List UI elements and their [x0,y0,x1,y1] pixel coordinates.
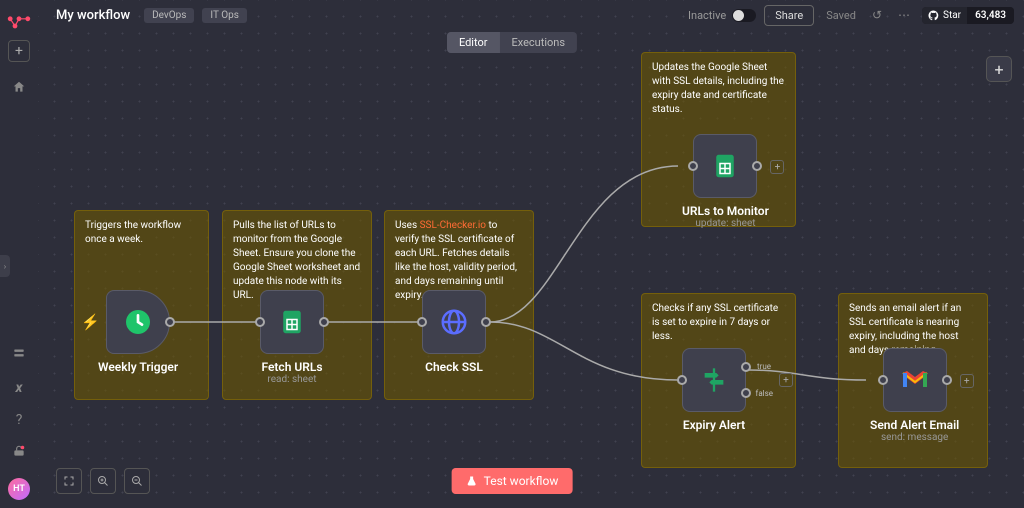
add-connection-button[interactable]: + [779,373,793,387]
updates-icon[interactable] [12,444,26,462]
port-label-true: true [757,362,771,371]
input-port[interactable] [677,375,687,385]
node-title: Send Alert Email [870,418,959,432]
canvas-tools [56,468,150,494]
output-port-true[interactable] [741,362,751,372]
link-ssl-checker[interactable]: SSL-Checker.io [420,220,486,231]
canvas[interactable]: + Triggers the workflow once a week. Pul… [38,0,1024,508]
share-button[interactable]: Share [764,5,814,26]
node-title: Check SSL [425,360,483,374]
history-icon[interactable]: ↺ [868,8,886,22]
node-fetch-urls[interactable]: Fetch URLs read: sheet [260,290,324,385]
logo [7,14,31,30]
node-title: URLs to Monitor [682,204,769,218]
home-icon[interactable] [12,80,26,98]
avatar[interactable]: HT [8,478,30,500]
tag-itops[interactable]: IT Ops [202,8,247,23]
view-tabs: Editor Executions [447,32,577,53]
sheets-icon [277,307,307,337]
topbar: My workflow DevOps IT Ops Inactive Share… [38,0,1024,30]
clock-icon [122,306,154,338]
globe-icon [439,307,469,337]
output-port[interactable] [942,375,952,385]
variables-icon[interactable]: x [16,380,23,396]
workflow-title[interactable]: My workflow [56,8,130,23]
node-subtitle: update: sheet [695,218,755,229]
active-toggle[interactable] [732,9,756,22]
tab-executions[interactable]: Executions [499,32,577,53]
test-workflow-button[interactable]: Test workflow [452,468,573,494]
input-port[interactable] [255,317,265,327]
tag-devops[interactable]: DevOps [144,8,194,23]
input-port[interactable] [688,161,698,171]
help-icon[interactable]: ? [16,412,23,428]
more-icon[interactable]: ⋯ [894,8,914,22]
node-subtitle: read: sheet [267,374,316,385]
node-subtitle: send: message [881,432,948,443]
node-title: Weekly Trigger [98,360,178,374]
expand-sidebar-button[interactable]: › [0,255,10,277]
bolt-icon: ⚡ [81,313,100,331]
node-weekly-trigger[interactable]: ⚡ Weekly Trigger [98,290,178,374]
output-port-false[interactable] [741,388,751,398]
node-title: Fetch URLs [261,360,322,374]
github-star[interactable]: Star 63,483 [922,7,1014,24]
node-check-ssl[interactable]: Check SSL [422,290,486,374]
sidebar: + › x ? HT [0,0,38,508]
zoom-out-button[interactable] [124,468,150,494]
sheets-icon [710,151,740,181]
output-port[interactable] [752,161,762,171]
add-node-button[interactable]: + [986,56,1012,82]
node-title: Expiry Alert [683,418,745,432]
gmail-icon [900,368,930,392]
saved-label: Saved [826,9,856,22]
fit-view-button[interactable] [56,468,82,494]
output-port[interactable] [165,317,175,327]
node-send-alert-email[interactable]: + Send Alert Email send: message [870,348,959,443]
input-port[interactable] [417,317,427,327]
add-connection-button[interactable]: + [960,374,974,388]
output-port[interactable] [319,317,329,327]
zoom-in-button[interactable] [90,468,116,494]
node-expiry-alert[interactable]: true false + Expiry Alert [682,348,746,432]
port-label-false: false [756,389,773,398]
signpost-icon [700,366,728,394]
tab-editor[interactable]: Editor [447,32,500,53]
add-workflow-button[interactable]: + [8,40,30,62]
workflow-status: Inactive [688,9,756,22]
add-connection-button[interactable]: + [770,160,784,174]
admin-icon[interactable] [12,346,26,364]
flask-icon [466,475,478,487]
output-port[interactable] [481,317,491,327]
node-urls-to-monitor[interactable]: + URLs to Monitor update: sheet [682,134,769,229]
input-port[interactable] [878,375,888,385]
